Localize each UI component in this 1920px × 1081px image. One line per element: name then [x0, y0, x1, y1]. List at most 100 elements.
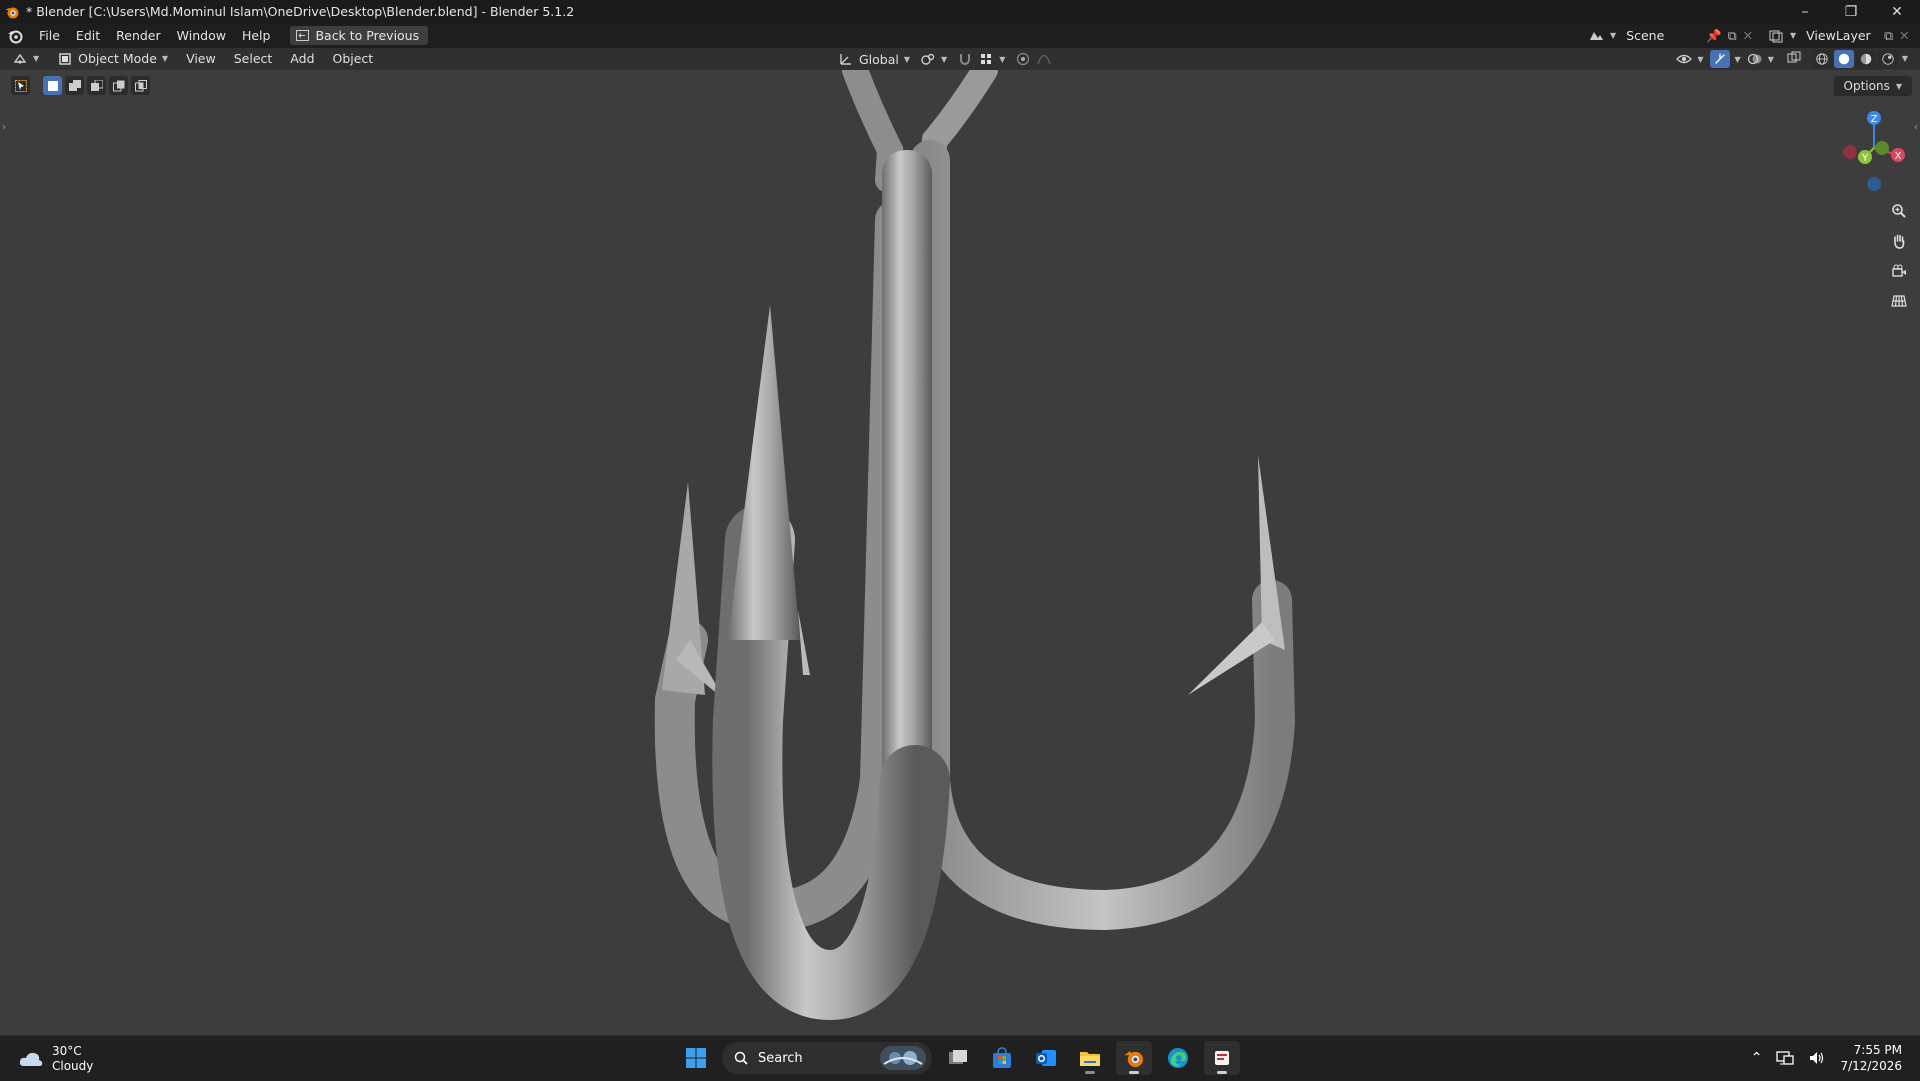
gizmo-x-label: X: [1895, 151, 1902, 162]
weather-desc: Cloudy: [52, 1059, 94, 1073]
menu-object[interactable]: Object: [324, 48, 383, 70]
menu-file[interactable]: File: [31, 23, 68, 48]
overlays-toggle[interactable]: ▼: [1747, 51, 1774, 67]
falloff-curve-icon: [1037, 54, 1051, 65]
network-icon[interactable]: [1776, 1050, 1795, 1066]
back-to-previous-button[interactable]: Back to Previous: [290, 26, 429, 45]
edge-icon[interactable]: [1160, 1041, 1196, 1075]
back-to-previous-label: Back to Previous: [315, 28, 420, 43]
gizmo-y-label: Y: [1861, 153, 1869, 164]
pivot-point-dropdown[interactable]: ▼: [920, 51, 947, 67]
system-clock[interactable]: 7:55 PM 7/12/2026: [1840, 1042, 1902, 1074]
menu-help[interactable]: Help: [234, 23, 279, 48]
search-highlight-image: [880, 1046, 926, 1070]
material-shading-icon[interactable]: [1855, 50, 1876, 68]
select-new-icon[interactable]: [43, 76, 62, 95]
rendered-shading-icon[interactable]: [1877, 50, 1898, 68]
zoom-icon[interactable]: [1886, 198, 1912, 224]
blender-menu-icon[interactable]: [7, 28, 23, 44]
menu-render[interactable]: Render: [108, 23, 169, 48]
scene-icon: [1590, 31, 1603, 40]
volume-icon[interactable]: [1808, 1050, 1826, 1066]
select-tool-icon[interactable]: [11, 76, 30, 95]
gizmo-neg-x[interactable]: [1843, 145, 1857, 159]
anchor-hook-model[interactable]: [0, 70, 1920, 1035]
taskbar-search-box[interactable]: Search: [722, 1042, 932, 1074]
select-invert-icon[interactable]: [109, 76, 128, 95]
menu-view[interactable]: View: [177, 48, 225, 70]
system-tray: ⌃ 7:55 PM 7/12/2026: [1751, 1042, 1902, 1074]
visibility-dropdown[interactable]: ▼: [1676, 51, 1704, 67]
search-icon: [734, 1051, 748, 1065]
options-label: Options: [1843, 79, 1890, 93]
camera-icon[interactable]: [1886, 258, 1912, 284]
3d-viewport[interactable]: › ‹ Options ▼ Z Y X: [0, 70, 1920, 1035]
object-mode-label: Object Mode: [78, 51, 157, 66]
outlook-icon[interactable]: [1028, 1041, 1064, 1075]
overlay-icon: [1747, 53, 1762, 65]
clock-time: 7:55 PM: [1853, 1043, 1902, 1057]
select-intersect-icon[interactable]: [131, 76, 150, 95]
gizmo-z-label: Z: [1871, 114, 1878, 125]
editor-type-dropdown[interactable]: ▼: [0, 48, 48, 70]
restore-icon[interactable]: ❐: [1828, 0, 1874, 23]
remove-scene-icon[interactable]: ✕: [1743, 28, 1753, 43]
back-screen-icon: [296, 30, 310, 41]
windows-start-icon[interactable]: [678, 1041, 714, 1075]
menu-select[interactable]: Select: [225, 48, 282, 70]
task-view-icon[interactable]: [940, 1041, 976, 1075]
gizmo-icon: [1709, 50, 1730, 68]
proportional-editing-dropdown[interactable]: [1015, 51, 1052, 67]
object-mode-icon: [59, 53, 71, 65]
new-scene-icon[interactable]: ⧉: [1728, 28, 1737, 44]
menu-edit[interactable]: Edit: [68, 23, 108, 48]
menu-window[interactable]: Window: [169, 23, 234, 48]
grid-icon[interactable]: [1886, 288, 1912, 314]
options-dropdown[interactable]: Options ▼: [1833, 76, 1912, 96]
close-icon[interactable]: ✕: [1874, 0, 1920, 23]
clock-date: 7/12/2026: [1840, 1059, 1902, 1073]
xray-toggle-icon[interactable]: [1786, 50, 1802, 69]
select-extend-icon[interactable]: [65, 76, 84, 95]
file-explorer-icon[interactable]: [1072, 1041, 1108, 1075]
transform-orientation-dropdown[interactable]: Global ▼: [838, 51, 910, 67]
scene-selector[interactable]: ▼ Scene 📌 ⧉ ✕: [1588, 23, 1753, 48]
show-hidden-icons-chevron-icon[interactable]: ⌃: [1751, 1050, 1763, 1066]
app-icon[interactable]: [1204, 1041, 1240, 1075]
snap-dropdown[interactable]: ▼: [957, 51, 1005, 67]
select-subtract-icon[interactable]: [87, 76, 106, 95]
pin-icon[interactable]: 📌: [1706, 28, 1722, 44]
window-title: * Blender [C:\Users\Md.Mominul Islam\One…: [26, 4, 575, 19]
cloud-icon: [19, 1052, 43, 1066]
minimize-icon[interactable]: –: [1782, 0, 1828, 23]
gizmos-toggle[interactable]: ▼: [1709, 50, 1741, 68]
orientation-axes-icon: [840, 54, 851, 65]
object-mode-dropdown[interactable]: Object Mode ▼: [48, 48, 177, 70]
view-layer-name[interactable]: ViewLayer: [1806, 28, 1878, 43]
orientation-label: Global: [859, 51, 899, 67]
select-tool-bar: [11, 76, 150, 95]
view-layer-selector[interactable]: ▼ ViewLayer ⧉ ✕: [1768, 23, 1910, 48]
remove-view-layer-icon[interactable]: ✕: [1899, 28, 1909, 43]
navigation-gizmo[interactable]: Z Y X: [1822, 106, 1912, 196]
blender-taskbar-icon[interactable]: [1116, 1041, 1152, 1075]
menu-add[interactable]: Add: [281, 48, 323, 70]
viewport-header: ▼ Object Mode ▼ View Select Add Object G…: [0, 48, 1920, 70]
solid-shading-icon[interactable]: [1833, 50, 1854, 68]
microsoft-store-icon[interactable]: [984, 1041, 1020, 1075]
toolbar-expand-icon[interactable]: ›: [2, 122, 6, 133]
snap-increment-icon: [981, 54, 992, 64]
top-menubar: File Edit Render Window Help Back to Pre…: [0, 23, 1920, 48]
sidebar-expand-icon[interactable]: ‹: [1914, 122, 1918, 133]
eye-icon: [1676, 54, 1693, 64]
scene-name[interactable]: Scene: [1626, 28, 1700, 43]
shading-options-dropdown[interactable]: ▼: [1900, 50, 1910, 68]
magnet-icon: [960, 54, 971, 65]
search-placeholder: Search: [758, 1050, 803, 1066]
gizmo-neg-z[interactable]: [1867, 177, 1881, 191]
wireframe-shading-icon[interactable]: [1811, 50, 1832, 68]
pan-hand-icon[interactable]: [1886, 228, 1912, 254]
weather-temp: 30°C: [52, 1044, 82, 1058]
weather-widget[interactable]: 30°C Cloudy: [18, 1044, 93, 1074]
new-view-layer-icon[interactable]: ⧉: [1884, 28, 1893, 44]
